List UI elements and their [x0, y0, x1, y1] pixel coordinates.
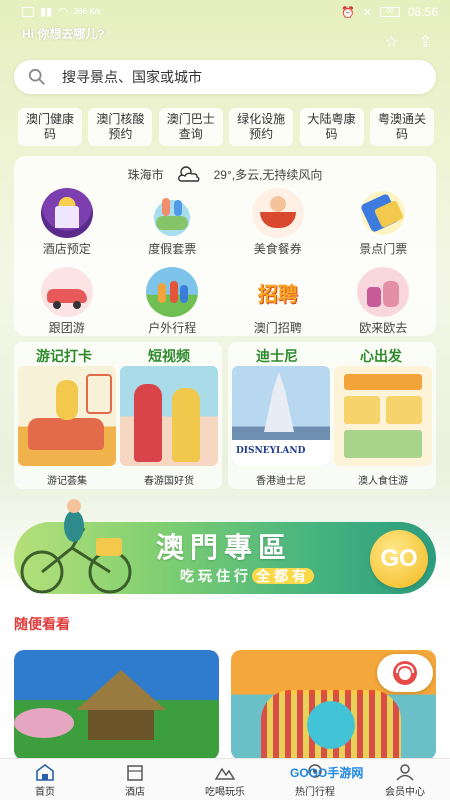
- mainland-health-code-button[interactable]: 大陆粤康码: [299, 108, 364, 146]
- services-card: 珠海市 29°,多云,无持续风向 酒店预定 度假套票 美食餐券 景点门票 跟团游…: [14, 156, 436, 336]
- banner-subtitle: 吃玩住行 全都有: [180, 566, 314, 586]
- service-travel[interactable]: 欧来欧去: [331, 267, 437, 336]
- macau-food-image[interactable]: [334, 366, 432, 466]
- bottom-nav: 首页 酒店 吃喝玩乐 热门行程 会员中心: [0, 758, 450, 800]
- search-input[interactable]: 搜寻景点、国家或城市: [62, 67, 202, 87]
- headset-icon: [393, 661, 417, 685]
- hotel-nav-icon: [127, 765, 143, 781]
- short-video-title: 短视频: [148, 348, 190, 364]
- travelogue-image[interactable]: [18, 366, 116, 466]
- group-tour-icon: [40, 267, 93, 317]
- service-vacation[interactable]: 度假套票: [120, 188, 226, 257]
- recruit-icon: 招聘: [257, 283, 298, 306]
- battery-icon: 80: [379, 7, 400, 17]
- ticket-icon: [357, 188, 410, 238]
- search-bar[interactable]: 搜寻景点、国家或城市: [14, 60, 436, 94]
- network-speed: 366 K/s: [73, 7, 101, 16]
- food-icon: [251, 188, 304, 238]
- cyclist-illustration: [20, 499, 132, 594]
- nav-entertainment[interactable]: 吃喝玩乐: [180, 759, 270, 800]
- service-ticket[interactable]: 景点门票: [331, 188, 437, 257]
- mute-icon: ✕: [362, 6, 372, 19]
- border-pass-code-button[interactable]: 粤澳通关码: [369, 108, 434, 146]
- weather-city: 珠海市: [127, 167, 164, 182]
- service-group-tour[interactable]: 跟团游: [14, 267, 120, 336]
- macau-nucleic-booking-button[interactable]: 澳门核酸预约: [88, 108, 153, 146]
- feature-box-travelogue: 游记打卡 短视频 游记荟集 春游国好货: [14, 342, 222, 489]
- greeting-text: Hi 你想去哪儿?: [22, 27, 105, 41]
- macau-health-code-button[interactable]: 澳门健康码: [18, 108, 82, 146]
- sim-icon: [22, 6, 34, 17]
- cloudy-icon: [177, 166, 200, 182]
- status-bar: ▮▮ ◠ 366 K/s ⏰ ✕ 80 08:56: [0, 0, 450, 24]
- macau-zone-banner[interactable]: 澳門專區 吃玩住行 全都有 GO: [14, 499, 436, 594]
- service-food[interactable]: 美食餐券: [225, 188, 331, 257]
- disney-caption: 香港迪士尼: [256, 476, 306, 487]
- disney-title: 迪士尼: [256, 348, 298, 364]
- wifi-icon: ◠: [58, 6, 68, 18]
- recommend-card-pavilion[interactable]: [14, 650, 219, 760]
- user-icon: [396, 764, 414, 781]
- nav-home[interactable]: 首页: [0, 759, 90, 800]
- nav-member[interactable]: 会员中心: [360, 759, 450, 800]
- travel-icon: [357, 267, 410, 317]
- weather-bar: 珠海市 29°,多云,无持续风向: [14, 164, 436, 184]
- green-facility-button[interactable]: 绿化设施预约: [229, 108, 294, 146]
- outdoor-icon: [146, 267, 199, 317]
- service-recruit[interactable]: 招聘 澳门招聘: [225, 267, 331, 336]
- search-icon: [28, 68, 45, 85]
- travelogue-title: 游记打卡: [36, 348, 92, 364]
- travelogue-caption: 游记荟集: [47, 476, 87, 487]
- watermark-logo: GOGO手游网: [290, 766, 364, 780]
- home-icon: [36, 764, 54, 781]
- signal-icon: ▮▮: [40, 6, 53, 18]
- go-button[interactable]: GO: [370, 530, 428, 588]
- customer-service-button[interactable]: [377, 654, 433, 692]
- service-hotel[interactable]: 酒店预定: [14, 188, 120, 257]
- service-outdoor[interactable]: 户外行程: [120, 267, 226, 336]
- short-video-image[interactable]: [120, 366, 218, 466]
- weather-desc: 29°,多云,无持续风向: [213, 167, 323, 182]
- nav-hotel[interactable]: 酒店: [90, 759, 180, 800]
- share-icon[interactable]: ⇪: [419, 32, 432, 52]
- quick-buttons: 澳门健康码 澳门核酸预约 澳门巴士查询 绿化设施预约 大陆粤康码 粤澳通关码: [18, 108, 434, 146]
- macau-bus-button[interactable]: 澳门巴士查询: [158, 108, 223, 146]
- hotel-icon: [40, 188, 93, 238]
- banner-title: 澳門專區: [156, 531, 293, 564]
- vacation-icon: [146, 188, 199, 238]
- disney-image[interactable]: DISNEYLAND: [232, 366, 330, 466]
- mountain-icon: [215, 767, 235, 780]
- favorite-icon[interactable]: ☆: [384, 32, 398, 52]
- short-video-caption: 春游国好货: [144, 476, 194, 487]
- alarm-icon: ⏰: [341, 6, 355, 19]
- section-title: 随便看看: [14, 616, 70, 632]
- set-off-title: 心出发: [360, 348, 402, 364]
- macau-food-caption: 澳人食住游: [358, 476, 408, 487]
- clock: 08:56: [407, 5, 438, 19]
- feature-box-disney: 迪士尼 心出发 DISNEYLAND 香港迪士尼 澳人食住游: [228, 342, 436, 489]
